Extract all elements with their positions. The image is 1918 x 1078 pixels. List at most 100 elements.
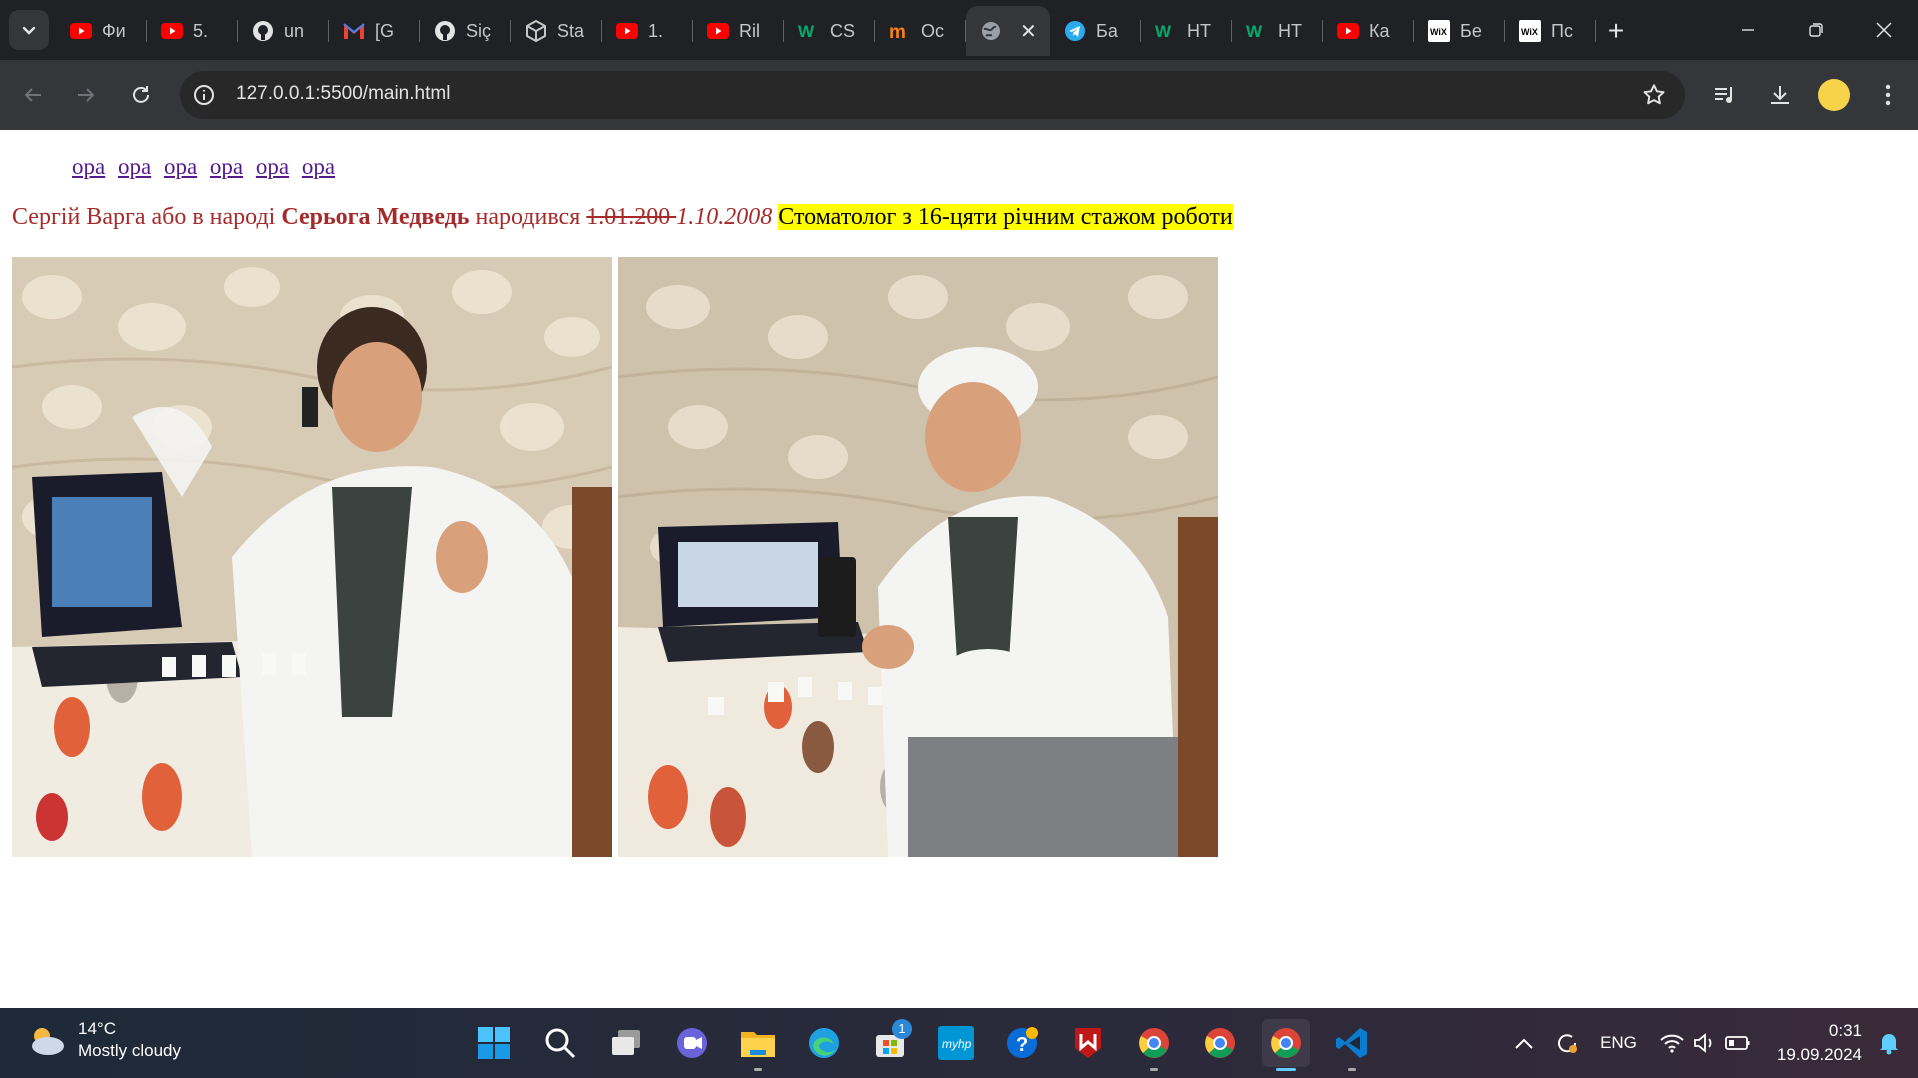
weather-widget[interactable]: 14°C Mostly cloudy xyxy=(26,1018,181,1062)
url-text[interactable]: 127.0.0.1:5500/main.html xyxy=(236,83,450,105)
media-control-button[interactable] xyxy=(1707,77,1743,113)
teams-button[interactable] xyxy=(668,1019,716,1067)
minimize-icon xyxy=(1742,29,1754,31)
minimize-button[interactable] xyxy=(1714,0,1782,60)
chrome-button[interactable] xyxy=(1196,1019,1244,1067)
notification-bell-icon[interactable] xyxy=(1878,1031,1900,1055)
new-tab-button[interactable]: + xyxy=(1596,6,1636,56)
svg-text:W: W xyxy=(1155,22,1172,40)
tab[interactable]: 5. xyxy=(147,6,238,56)
bio-new-date: 1.10.2008 xyxy=(676,204,773,230)
mcafee-button[interactable] xyxy=(1064,1019,1112,1067)
myhp-icon: myhp xyxy=(938,1026,974,1060)
battery-icon[interactable] xyxy=(1725,1035,1751,1051)
github-icon xyxy=(252,20,274,42)
weather-desc: Mostly cloudy xyxy=(78,1041,181,1060)
tab-title: Ба xyxy=(1096,20,1118,41)
tab-title: Ril xyxy=(739,20,760,41)
address-bar[interactable]: 127.0.0.1:5500/main.html xyxy=(180,71,1685,119)
nav-link[interactable]: ора xyxy=(210,154,243,179)
tab-title: Фи xyxy=(102,20,126,41)
moodle-icon: m xyxy=(889,20,911,42)
nav-link[interactable]: ора xyxy=(118,154,151,179)
back-button[interactable] xyxy=(15,77,51,113)
tab-title: Пс xyxy=(1551,20,1573,41)
photo-dentist-cap xyxy=(618,257,1218,857)
tab[interactable]: 1. xyxy=(602,6,693,56)
nav-links: ора ора ора ора ора ора xyxy=(72,154,342,180)
tab[interactable]: Ril xyxy=(693,6,784,56)
tab[interactable]: W НТ xyxy=(1232,6,1323,56)
tab[interactable]: Фи xyxy=(56,6,147,56)
downloads-button[interactable] xyxy=(1762,77,1798,113)
chrome-profile-button[interactable] xyxy=(1130,1019,1178,1071)
bookmark-star-icon[interactable] xyxy=(1641,82,1667,108)
forward-button[interactable] xyxy=(68,77,104,113)
bio-old-date: 1.01.200 xyxy=(586,204,677,230)
volume-icon[interactable] xyxy=(1693,1033,1717,1053)
store-button[interactable]: 1 xyxy=(866,1019,914,1067)
tab[interactable]: WiX Пс xyxy=(1505,6,1596,56)
tab-active[interactable]: ✕ xyxy=(966,6,1050,56)
tab-title: НТ xyxy=(1278,20,1302,41)
start-button[interactable] xyxy=(470,1019,518,1067)
language-indicator[interactable]: ENG xyxy=(1600,1033,1637,1053)
cloudy-weather-icon xyxy=(32,1028,64,1055)
playlist-icon xyxy=(1715,87,1732,103)
menu-button[interactable] xyxy=(1870,77,1906,113)
vscode-icon xyxy=(1336,1028,1367,1058)
nav-link[interactable]: ора xyxy=(72,154,105,179)
edge-button[interactable] xyxy=(800,1019,848,1067)
taskbar-apps: 1 myhp ? xyxy=(470,1019,1394,1071)
chevron-up-icon[interactable] xyxy=(1514,1036,1534,1050)
reload-button[interactable] xyxy=(123,77,159,113)
gmail-icon xyxy=(343,20,365,42)
tab-title: Oc xyxy=(921,20,945,41)
chrome-profile-icon xyxy=(1139,1028,1169,1058)
browser-toolbar: 127.0.0.1:5500/main.html xyxy=(0,60,1918,130)
tab[interactable]: Sta xyxy=(511,6,602,56)
info-icon[interactable] xyxy=(192,83,216,107)
myhp-button[interactable]: myhp xyxy=(932,1019,980,1067)
restore-button[interactable] xyxy=(1782,0,1850,60)
chevron-down-icon xyxy=(22,26,36,35)
notification-badge: 1 xyxy=(892,1019,912,1039)
tab-title: 1. xyxy=(648,20,664,41)
nav-link[interactable]: ора xyxy=(302,154,335,179)
reload-icon xyxy=(133,86,149,103)
tab[interactable]: Ка xyxy=(1323,6,1414,56)
svg-text:WiX: WiX xyxy=(1521,27,1538,37)
search-button[interactable] xyxy=(536,1019,584,1067)
more-vertical-icon xyxy=(1885,84,1891,106)
w3schools-icon: W xyxy=(798,20,820,42)
youtube-icon xyxy=(616,20,638,42)
tab[interactable]: W НТ xyxy=(1141,6,1232,56)
profile-avatar[interactable] xyxy=(1818,79,1850,111)
clock[interactable]: 0:31 19.09.2024 xyxy=(1777,1019,1862,1067)
task-view-button[interactable] xyxy=(602,1019,650,1067)
tab[interactable]: Ба xyxy=(1050,6,1141,56)
tab[interactable]: W CS xyxy=(784,6,875,56)
tab[interactable]: un xyxy=(238,6,329,56)
get-help-button[interactable]: ? xyxy=(998,1019,1046,1067)
file-explorer-button[interactable] xyxy=(734,1019,782,1071)
youtube-icon xyxy=(707,20,729,42)
tab[interactable]: Siç xyxy=(420,6,511,56)
vscode-button[interactable] xyxy=(1328,1019,1376,1071)
youtube-icon xyxy=(161,20,183,42)
sync-icon[interactable] xyxy=(1554,1030,1580,1056)
nav-link[interactable]: ора xyxy=(164,154,197,179)
chrome-active-icon xyxy=(1271,1028,1301,1058)
tab[interactable]: m Oc xyxy=(875,6,966,56)
nav-link[interactable]: ора xyxy=(256,154,289,179)
close-window-button[interactable] xyxy=(1850,0,1918,60)
chrome-icon xyxy=(1205,1028,1235,1058)
tab-strip: Фи 5. un [G Siç Sta 1. Ril W CS m Oc ✕ Б… xyxy=(0,0,1918,60)
tab[interactable]: [G xyxy=(329,6,420,56)
task-view-icon xyxy=(612,1030,640,1055)
tab-search-button[interactable] xyxy=(9,10,49,50)
close-tab-icon[interactable]: ✕ xyxy=(1020,19,1037,44)
wifi-icon[interactable] xyxy=(1659,1033,1685,1053)
chrome-active-button[interactable] xyxy=(1262,1019,1310,1071)
tab[interactable]: WiX Бе xyxy=(1414,6,1505,56)
